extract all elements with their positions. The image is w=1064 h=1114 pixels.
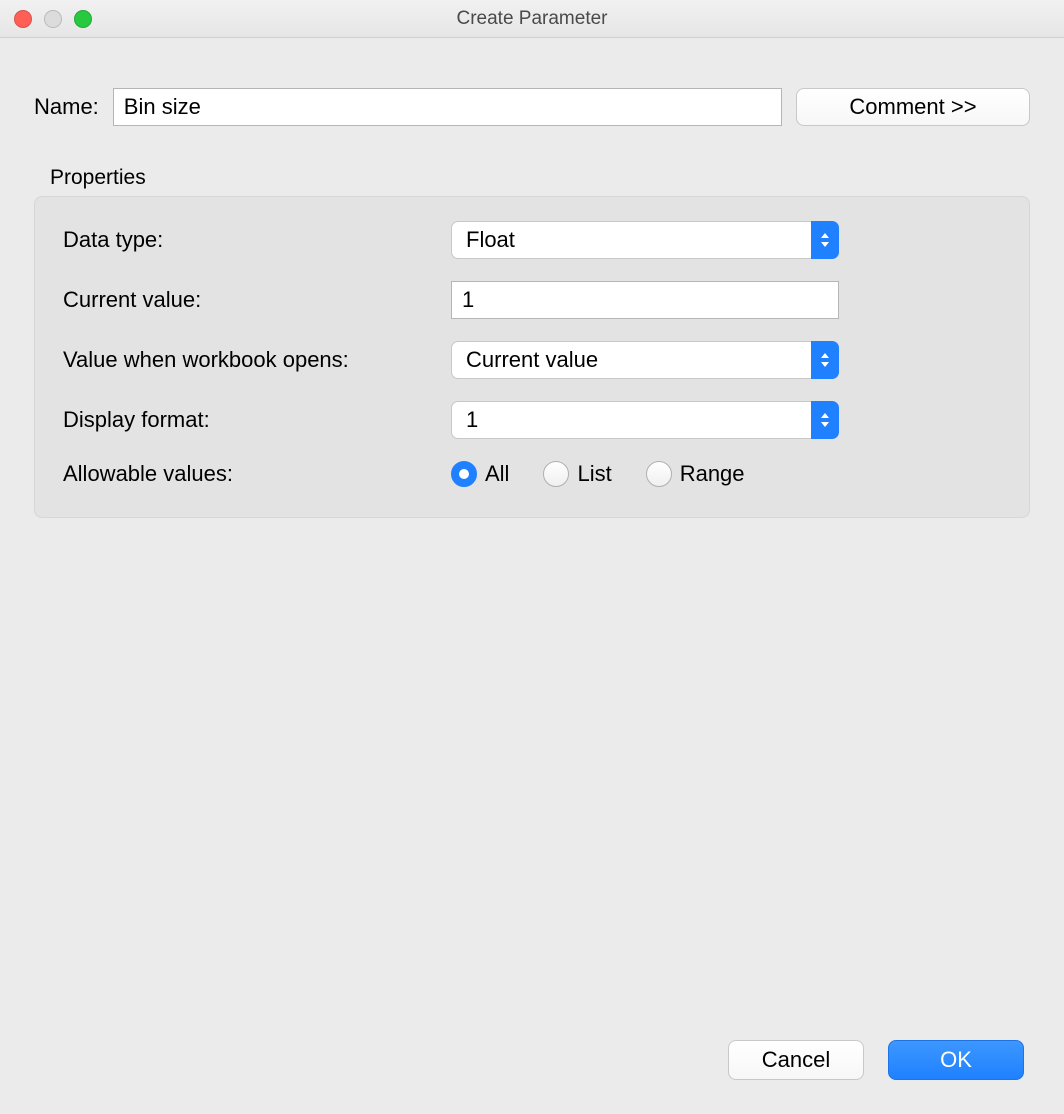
- close-window-button[interactable]: [14, 10, 32, 28]
- radio-button-icon: [646, 461, 672, 487]
- display-format-select[interactable]: 1: [451, 401, 839, 439]
- data-type-value: Float: [451, 221, 839, 259]
- radio-button-icon: [543, 461, 569, 487]
- radio-all-label: All: [485, 461, 509, 487]
- display-format-value: 1: [451, 401, 839, 439]
- window-title: Create Parameter: [0, 8, 1064, 30]
- name-label: Name:: [34, 94, 99, 120]
- name-input[interactable]: [113, 88, 782, 126]
- radio-all[interactable]: All: [451, 461, 509, 487]
- radio-list[interactable]: List: [543, 461, 611, 487]
- zoom-window-button[interactable]: [74, 10, 92, 28]
- cancel-button[interactable]: Cancel: [728, 1040, 864, 1080]
- titlebar: Create Parameter: [0, 0, 1064, 38]
- radio-range-label: Range: [680, 461, 745, 487]
- current-value-label: Current value:: [63, 287, 451, 313]
- comment-button[interactable]: Comment >>: [796, 88, 1030, 126]
- dialog-footer: Cancel OK: [728, 1040, 1024, 1080]
- data-type-label: Data type:: [63, 227, 451, 253]
- properties-section-label: Properties: [50, 166, 1030, 190]
- allowable-values-radio-group: All List Range: [451, 461, 1001, 487]
- ok-button[interactable]: OK: [888, 1040, 1024, 1080]
- radio-list-label: List: [577, 461, 611, 487]
- minimize-window-button: [44, 10, 62, 28]
- data-type-select[interactable]: Float: [451, 221, 839, 259]
- value-when-open-select[interactable]: Current value: [451, 341, 839, 379]
- value-when-open-value: Current value: [451, 341, 839, 379]
- display-format-label: Display format:: [63, 407, 451, 433]
- radio-range[interactable]: Range: [646, 461, 745, 487]
- allowable-values-label: Allowable values:: [63, 461, 451, 487]
- properties-panel: Data type: Float Current value: Value wh…: [34, 196, 1030, 518]
- value-when-open-label: Value when workbook opens:: [63, 347, 451, 373]
- traffic-lights: [0, 10, 92, 28]
- current-value-input[interactable]: [451, 281, 839, 319]
- radio-button-icon: [451, 461, 477, 487]
